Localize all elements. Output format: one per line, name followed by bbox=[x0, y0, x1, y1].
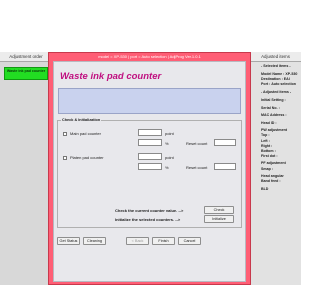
adjustment-order-panel: Adjustment order Waste ink pad counter bbox=[0, 52, 53, 285]
main-pad-reset-label: Reset count bbox=[186, 141, 208, 146]
adjusted-items-header: Adjusted items bbox=[250, 52, 301, 62]
check-button[interactable]: Check bbox=[204, 206, 234, 214]
initialize-instruction: Initialize the selected counters. --> bbox=[115, 217, 181, 222]
platen-pad-label: Platen pad counter bbox=[70, 155, 104, 160]
info-line: Port : Auto selection bbox=[261, 81, 297, 86]
dialog-titlebar: model = XP-530 | port = Auto selection |… bbox=[98, 54, 201, 59]
adjustment-item-waste-ink-pad[interactable]: Waste ink pad counter bbox=[4, 67, 48, 80]
platen-pad-checkbox[interactable] bbox=[63, 156, 67, 160]
main-pad-reset-field bbox=[214, 139, 236, 146]
initialize-button[interactable]: Initialize bbox=[204, 215, 234, 223]
main-pad-checkbox[interactable] bbox=[63, 132, 67, 136]
info-line: BLD bbox=[261, 186, 269, 191]
main-pad-label: Main pad counter bbox=[70, 131, 101, 136]
platen-pad-percent-field bbox=[138, 163, 162, 170]
get-status-button[interactable]: Get Status bbox=[57, 237, 80, 245]
adjusted-items-list: - Selected items - Model Name : XP-530 Des… bbox=[250, 62, 301, 192]
adjusted-items-panel: Adjusted items - Selected items - Model N… bbox=[249, 52, 301, 285]
back-button[interactable]: < Back bbox=[126, 237, 149, 245]
platen-pad-reset-field bbox=[214, 163, 236, 170]
adjustment-dialog: model = XP-530 | port = Auto selection |… bbox=[48, 52, 251, 285]
dialog-content: Waste ink pad counter Check & Initializa… bbox=[53, 61, 246, 282]
platen-pad-percent-unit: % bbox=[165, 165, 169, 170]
cleaning-button[interactable]: Cleaning bbox=[83, 237, 106, 245]
info-line: Model Name : XP-530 bbox=[261, 71, 298, 76]
finish-button[interactable]: Finish bbox=[152, 237, 175, 245]
platen-pad-reset-label: Reset count bbox=[186, 165, 208, 170]
platen-pad-point-unit: point bbox=[165, 155, 174, 160]
cancel-button[interactable]: Cancel bbox=[178, 237, 201, 245]
main-pad-point-unit: point bbox=[165, 131, 174, 136]
check-instruction: Check the current counter value. --> bbox=[115, 208, 184, 213]
page-title: Waste ink pad counter bbox=[60, 71, 162, 82]
main-pad-percent-field bbox=[138, 139, 162, 146]
group-title: Check & Initialization bbox=[61, 118, 102, 122]
main-pad-percent-unit: % bbox=[165, 141, 169, 146]
adjustment-order-header: Adjustment order bbox=[0, 52, 52, 62]
main-pad-point-field bbox=[138, 129, 162, 136]
platen-pad-point-field bbox=[138, 153, 162, 160]
message-box bbox=[58, 88, 241, 114]
check-initialization-group: Check & Initialization Main pad counter … bbox=[57, 118, 242, 228]
